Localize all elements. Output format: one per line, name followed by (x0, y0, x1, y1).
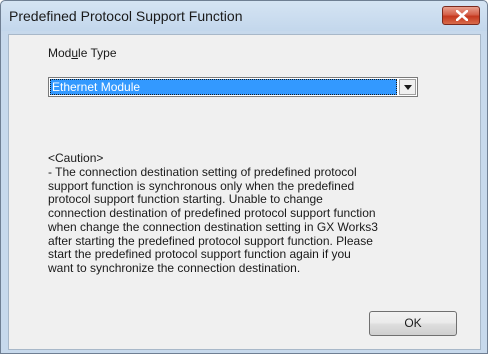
title-bar[interactable]: Predefined Protocol Support Function (1, 1, 487, 31)
ok-button[interactable]: OK (369, 311, 457, 336)
caution-line: support function is synchronous only whe… (48, 178, 355, 193)
module-type-label-prefix: Mod (48, 46, 72, 60)
chevron-down-icon (404, 85, 412, 90)
module-type-select[interactable]: Ethernet Module (48, 77, 418, 97)
caution-line: after starting the predefined protocol s… (48, 233, 373, 248)
caution-line: when change the connection destination s… (48, 219, 378, 234)
caution-line: connection destination of predefined pro… (48, 206, 376, 221)
caution-title: <Caution> (48, 151, 104, 165)
window-title: Predefined Protocol Support Function (9, 8, 243, 24)
module-type-label-suffix: le Type (78, 46, 117, 60)
module-type-selected-value: Ethernet Module (50, 79, 397, 95)
caution-line: start the predefined protocol support fu… (48, 247, 351, 262)
caution-line: - The connection destination setting of … (48, 165, 357, 179)
caution-text: - The connection destination setting of … (48, 165, 448, 276)
close-icon (456, 10, 468, 21)
close-button[interactable] (442, 6, 480, 25)
module-type-label: Module Type (48, 46, 117, 60)
caution-line: protocol support function starting. Unab… (48, 192, 323, 207)
caution-line: want to synchronize the connection desti… (48, 260, 301, 275)
module-type-dropdown-button[interactable] (399, 79, 416, 95)
